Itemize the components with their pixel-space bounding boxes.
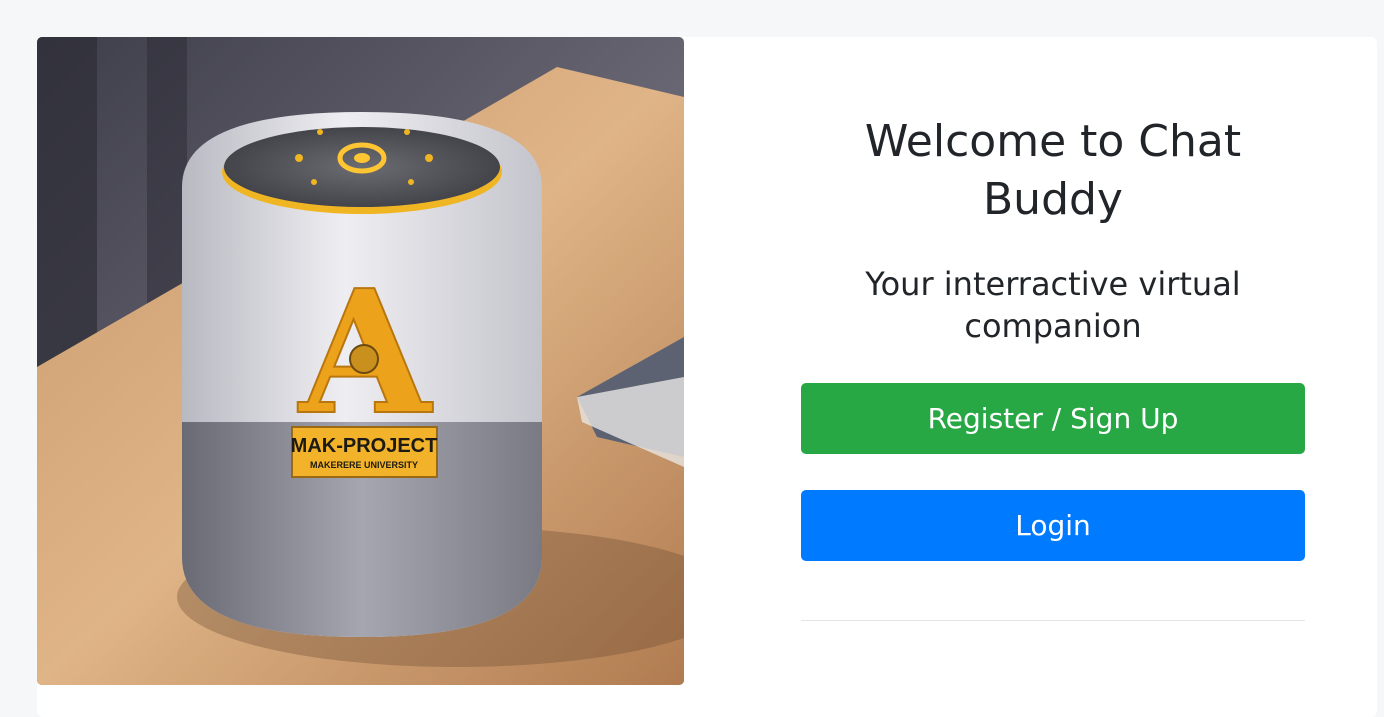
page-subtitle: Your interractive virtual companion	[865, 265, 1241, 345]
hero-image: A MAK-PROJECT MAKERERE UNIVERSITY	[37, 37, 684, 685]
divider	[801, 620, 1305, 621]
hero-label-line2: MAKERERE UNIVERSITY	[310, 460, 418, 470]
page-title: Welcome to Chat Buddy	[864, 116, 1242, 225]
hero-label-line1: MAK-PROJECT	[291, 435, 438, 457]
login-button[interactable]: Login	[801, 490, 1305, 561]
register-button[interactable]: Register / Sign Up	[801, 383, 1305, 454]
